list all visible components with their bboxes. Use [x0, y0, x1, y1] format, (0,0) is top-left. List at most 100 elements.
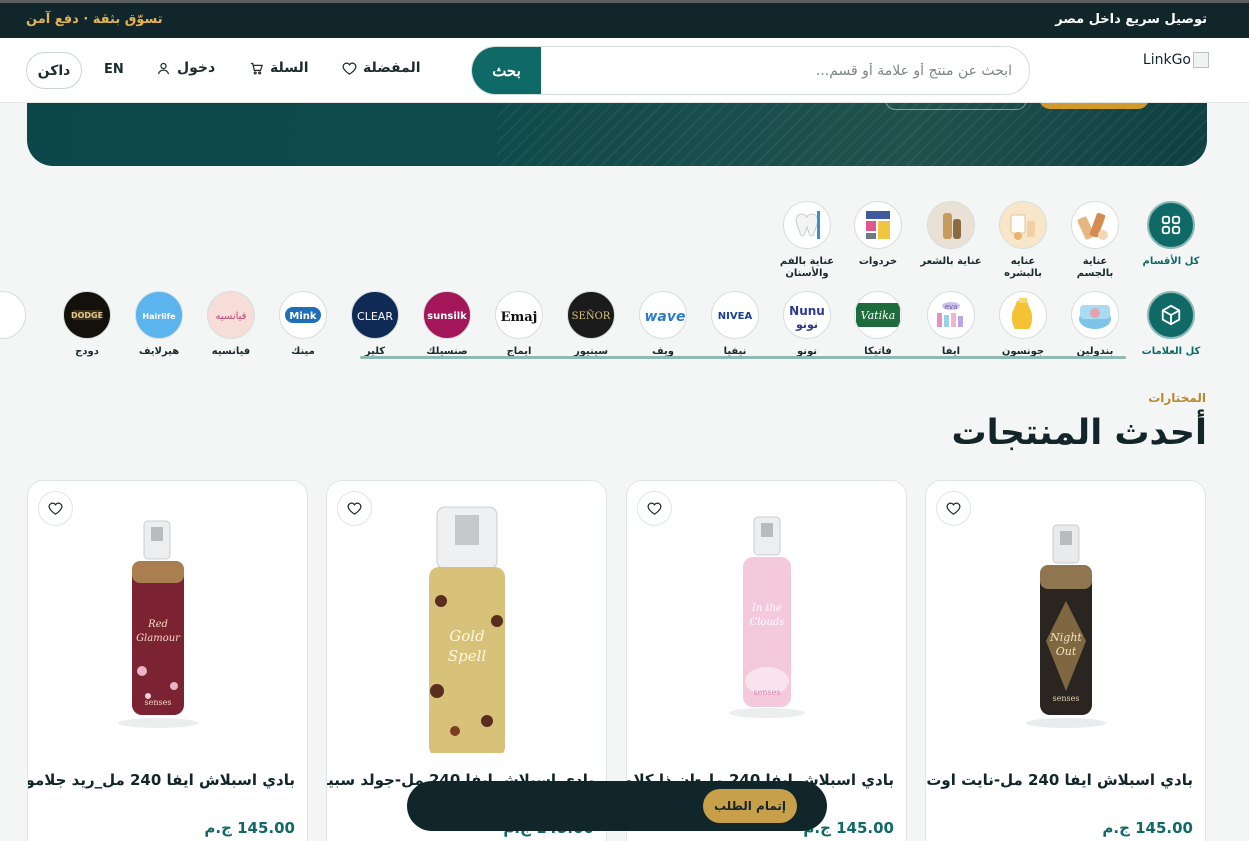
svg-text:wave: wave: [644, 309, 685, 325]
svg-text:Hairlife: Hairlife: [142, 312, 176, 321]
svg-text:Night: Night: [1049, 631, 1082, 644]
cart-label: السلة: [270, 60, 309, 76]
search-input[interactable]: [552, 47, 1012, 94]
banner-secondary-button[interactable]: [885, 103, 1027, 110]
brand-logo-image: Mink: [279, 291, 327, 339]
brand-label: فيانسيه: [211, 346, 251, 357]
product-price: 145.00 ج.م: [204, 819, 295, 837]
theme-toggle-button[interactable]: داكن: [26, 52, 82, 89]
brand-item[interactable]: sunsilk صنسيلك: [415, 291, 479, 358]
favorite-button[interactable]: [38, 491, 73, 526]
trust-note: تسوّق بثقة · دفع آمن: [26, 12, 163, 27]
category-all[interactable]: كل الأقسام: [1139, 201, 1203, 268]
banner-pattern: [497, 103, 1207, 166]
brand-logo-image: DODGE: [63, 291, 111, 339]
broken-image-icon: [1193, 52, 1209, 68]
brand-item[interactable]: فيانسيه فيانسيه: [199, 291, 263, 358]
category-skin-care[interactable]: عنايه بالبشره: [991, 201, 1055, 280]
brand-item[interactable]: Nunu نونو نونو: [775, 291, 839, 358]
favorite-button[interactable]: [637, 491, 672, 526]
brand-logo-image: Nunu نونو: [783, 291, 831, 339]
language-switch[interactable]: EN: [104, 62, 124, 77]
box-icon: [1147, 291, 1195, 339]
svg-text:In the: In the: [751, 603, 782, 614]
heart-icon: [647, 502, 662, 515]
svg-text:Out: Out: [1056, 645, 1077, 658]
heart-icon: [48, 502, 63, 515]
brand-item[interactable]: SEÑOR سينيور: [559, 291, 623, 358]
svg-text:eva: eva: [945, 303, 958, 311]
search-button[interactable]: بحث: [472, 47, 541, 94]
brand-item[interactable]: بندولين: [1063, 291, 1127, 358]
brand-item[interactable]: eva ايفا: [919, 291, 983, 358]
skin-care-icon: [999, 201, 1047, 249]
shipping-note: توصيل سريع داخل مصر: [1055, 12, 1207, 27]
brand-logo-image: [999, 291, 1047, 339]
user-icon: [157, 62, 170, 74]
announcement-bar: توصيل سريع داخل مصر تسوّق بثقة · دفع آمن: [0, 0, 1249, 38]
brand-item[interactable]: جونسون: [991, 291, 1055, 358]
brand-item[interactable]: Mink مينك: [271, 291, 335, 358]
svg-text:Red: Red: [147, 619, 168, 630]
svg-text:Vatika: Vatika: [861, 309, 896, 322]
category-body-care[interactable]: عناية بالجسم: [1063, 201, 1127, 280]
favorites-link[interactable]: المفضلة: [342, 60, 421, 76]
svg-text:Mink: Mink: [289, 311, 316, 322]
product-price: 145.00 ج.م: [1102, 819, 1193, 837]
svg-text:Glamour: Glamour: [136, 633, 181, 644]
product-name[interactable]: بادي اسبلاش ايفا 240 مل_ريد جلامور: [28, 771, 295, 789]
section-title: أحدث المنتجات: [951, 413, 1207, 453]
product-image: Red Glamour senses: [38, 491, 297, 753]
brand-logo-image: SEÑOR: [567, 291, 615, 339]
brand-logo-image: sunsilk: [423, 291, 471, 339]
brand-logo-image: Emaj: [495, 291, 543, 339]
svg-text:senses: senses: [754, 688, 781, 697]
heart-icon: [342, 62, 357, 75]
login-link[interactable]: دخول: [156, 60, 215, 76]
svg-text:CLEAR: CLEAR: [357, 310, 393, 323]
brand-item-partial[interactable]: [0, 291, 34, 339]
banner-cta-button[interactable]: [1039, 103, 1149, 109]
brand-all[interactable]: كل العلامات: [1139, 291, 1203, 358]
site-header: LinkGo بحث المفضلة السلة دخول EN داكن: [0, 38, 1249, 103]
category-label: عنايه بالبشره: [1004, 256, 1042, 279]
svg-text:DODGE: DODGE: [71, 311, 103, 320]
cart-link[interactable]: السلة: [249, 60, 309, 76]
svg-text:Nunu: Nunu: [789, 304, 825, 318]
brand-label: دودج: [75, 346, 99, 357]
brand-item[interactable]: DODGE دودج: [55, 291, 119, 358]
brand-item[interactable]: NIVEA نيفيا: [703, 291, 767, 358]
hair-care-icon: [927, 201, 975, 249]
product-image: Gold Spell: [337, 491, 596, 753]
brand-logo-image: eva: [927, 291, 975, 339]
brand-item[interactable]: Vatika فاتيكا: [846, 291, 910, 358]
brand-scrollbar[interactable]: [360, 356, 1126, 359]
product-card[interactable]: Night Out senses بادي اسبلاش ايفا 240 مل…: [925, 480, 1206, 841]
category-haberdashery[interactable]: خردوات: [846, 201, 910, 268]
logo-text: LinkGo: [1142, 52, 1191, 68]
product-name[interactable]: بادي اسبلاش ايفا 240 مل-نايت اوت: [926, 771, 1193, 789]
brand-item[interactable]: Hairlife هيرلايف: [127, 291, 191, 358]
brand-logo-image: Hairlife: [135, 291, 183, 339]
brand-item[interactable]: wave ويف: [631, 291, 695, 358]
favorite-button[interactable]: [337, 491, 372, 526]
brand-logo-image: فيانسيه: [207, 291, 255, 339]
category-label: خردوات: [858, 256, 898, 267]
svg-text:senses: senses: [145, 698, 172, 707]
category-oral-care[interactable]: عناية بالفم والأسنان: [775, 201, 839, 280]
brand-item[interactable]: CLEAR كلير: [343, 291, 407, 358]
login-label: دخول: [177, 60, 216, 76]
brand-label: هيرلايف: [138, 346, 180, 357]
category-hair-care[interactable]: عناية بالشعر: [919, 201, 983, 268]
heart-icon: [946, 502, 961, 515]
category-label: كل الأقسام: [1142, 256, 1200, 267]
site-logo[interactable]: LinkGo: [1143, 52, 1209, 68]
brand-label: مينك: [291, 346, 315, 357]
brand-item[interactable]: Emaj ايماج: [487, 291, 551, 358]
favorite-button[interactable]: [936, 491, 971, 526]
category-label: عناية بالجسم: [1076, 256, 1114, 279]
checkout-bar: إتمام الطلب: [407, 781, 827, 831]
product-card[interactable]: Red Glamour senses بادي اسبلاش ايفا 240 …: [27, 480, 308, 841]
checkout-button[interactable]: إتمام الطلب: [703, 789, 797, 823]
brand-logo-image: NIVEA: [711, 291, 759, 339]
